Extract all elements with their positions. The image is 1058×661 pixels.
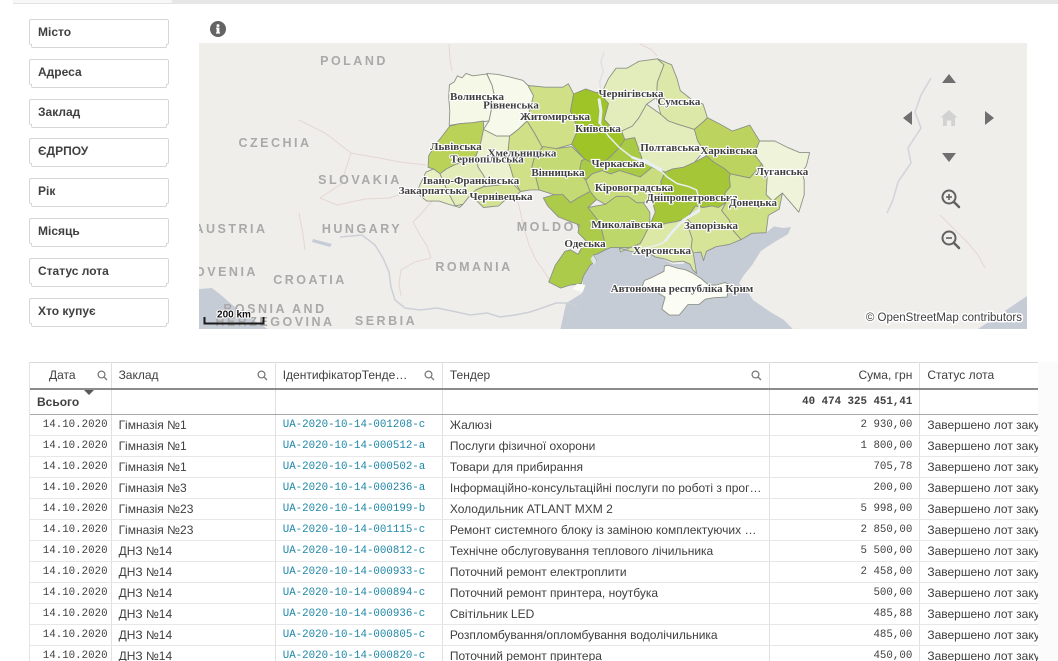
svg-text:HUNGARY: HUNGARY xyxy=(322,222,402,236)
svg-text:AUSTRIA: AUSTRIA xyxy=(199,222,268,236)
svg-text:CROATIA: CROATIA xyxy=(273,273,347,287)
svg-text:© OpenStreetMap contributors: © OpenStreetMap contributors xyxy=(866,312,1022,324)
svg-text:Житомирська: Житомирська xyxy=(520,111,591,123)
svg-text:Дніпропетровська: Дніпропетровська xyxy=(646,192,738,204)
svg-text:Автономна республіка Крим: Автономна республіка Крим xyxy=(611,283,754,295)
svg-text:Чернігівська: Чернігівська xyxy=(599,88,664,100)
svg-text:Харківська: Харківська xyxy=(700,145,758,157)
svg-text:Чернівецька: Чернівецька xyxy=(469,191,533,203)
svg-text:ROMANIA: ROMANIA xyxy=(435,260,512,274)
svg-text:200 km: 200 km xyxy=(217,310,251,321)
svg-text:POLAND: POLAND xyxy=(320,54,388,68)
svg-text:CZECHIA: CZECHIA xyxy=(238,136,311,150)
svg-text:Львівська: Львівська xyxy=(430,141,482,153)
svg-text:Одеська: Одеська xyxy=(564,238,606,250)
svg-text:Херсонська: Херсонська xyxy=(633,245,692,257)
svg-text:Миколаївська: Миколаївська xyxy=(591,219,663,231)
svg-text:Черкаська: Черкаська xyxy=(591,158,645,170)
svg-text:Вінницька: Вінницька xyxy=(531,167,585,179)
svg-text:Сумська: Сумська xyxy=(658,96,701,108)
svg-text:Волинська: Волинська xyxy=(450,91,504,103)
svg-text:Луганська: Луганська xyxy=(756,166,809,178)
svg-text:Київська: Київська xyxy=(575,123,621,135)
svg-text:Тернопільська: Тернопільська xyxy=(450,154,524,166)
svg-text:Донецька: Донецька xyxy=(729,197,778,209)
svg-text:Запорізька: Запорізька xyxy=(684,220,739,232)
svg-text:Полтавська: Полтавська xyxy=(640,142,700,154)
svg-text:Закарпатська: Закарпатська xyxy=(399,185,468,197)
svg-text:SERBIA: SERBIA xyxy=(355,314,417,328)
svg-text:SLOVAKIA: SLOVAKIA xyxy=(318,173,402,187)
svg-text:SLOVENIA: SLOVENIA xyxy=(199,265,258,279)
